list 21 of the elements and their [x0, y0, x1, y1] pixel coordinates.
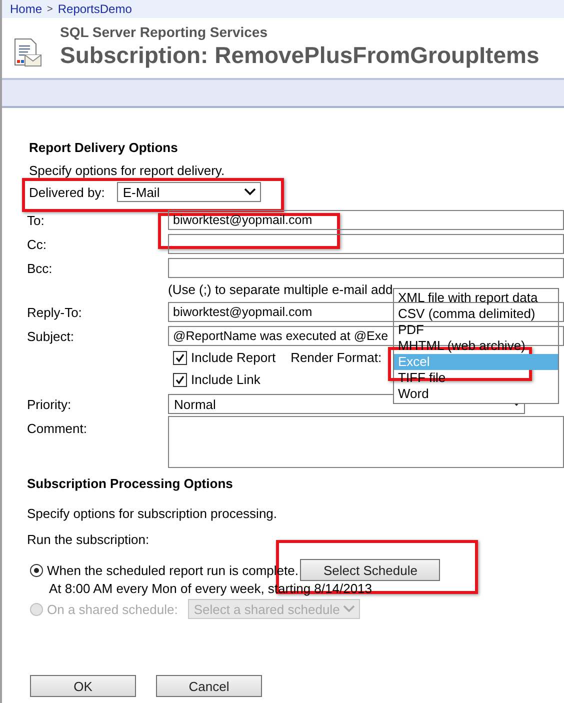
field-label: Delivered by:: [29, 184, 105, 200]
field-label: Priority:: [27, 396, 72, 412]
section-heading: Report Delivery Options: [29, 140, 179, 155]
run-label: Run the subscription:: [27, 532, 150, 547]
field-label: Subject:: [27, 328, 75, 344]
section-description: Specify options for subscription processing.: [27, 506, 278, 521]
field-label: Comment:: [27, 420, 88, 436]
section-description: Specify options for report delivery.: [29, 163, 226, 178]
field-label: Reply-To:: [27, 304, 83, 320]
field-label: Render Format:: [290, 350, 382, 365]
page-title: Subscription: RemovePlusFromGroupItems: [60, 42, 540, 69]
breadcrumb-separator: >: [47, 4, 53, 14]
checkbox-label: Include Link: [191, 372, 260, 387]
section-heading: Subscription Processing Options: [27, 476, 234, 491]
product-name: SQL Server Reporting Services: [60, 24, 268, 40]
field-label: Bcc:: [27, 260, 54, 276]
field-hint: (Use (;) to separate multiple e-mail add: [168, 282, 393, 297]
field-label: To:: [27, 212, 46, 228]
radio-label: On a shared schedule:: [47, 602, 178, 616]
checkbox-label: Include Report: [191, 350, 276, 365]
field-label: Cc:: [27, 236, 48, 252]
